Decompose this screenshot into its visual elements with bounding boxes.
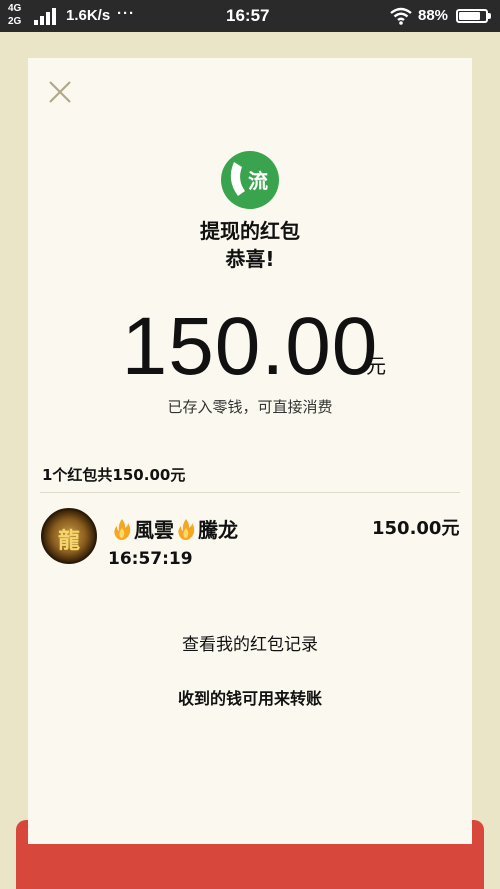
more-dots: ··· [117, 5, 135, 22]
close-icon[interactable] [47, 79, 73, 105]
record-time: 16:57:19 [108, 549, 193, 569]
amount-unit: 元 [366, 354, 386, 378]
card-bottom-edge [28, 820, 472, 844]
network-top: 4G [8, 3, 22, 14]
battery-tip [488, 13, 491, 19]
flame-icon [178, 518, 195, 540]
status-bar: 4G 2G 1.6K/s ··· 16:57 88% [0, 0, 500, 32]
avatar: 龍 [41, 508, 97, 564]
battery-icon [456, 9, 488, 23]
logo-text: 流 [248, 169, 268, 193]
flame-icon [114, 518, 131, 540]
saved-note: 已存入零钱，可直接消费 [167, 398, 333, 416]
network-speed: 1.6K/s [66, 7, 111, 24]
congrats-text: 恭喜! [225, 247, 275, 271]
sender-name-right: 騰龙 [198, 518, 238, 542]
record-amount: 150.00元 [372, 518, 460, 539]
packet-summary: 1个红包共150.00元 [42, 466, 186, 484]
transfer-tip-link[interactable]: 收到的钱可用来转账 [0, 685, 500, 709]
status-time: 16:57 [226, 6, 270, 25]
network-indicator: 4G 2G [8, 2, 21, 28]
divider [40, 492, 460, 493]
wifi-icon [390, 7, 412, 25]
signal-icon [34, 8, 56, 25]
page-title: 提现的红包 [200, 219, 300, 243]
sender-name: 風雲 騰龙 [110, 514, 238, 543]
sender-name-left: 風雲 [134, 518, 174, 542]
view-history-link[interactable]: 查看我的红包记录 [0, 630, 500, 655]
avatar-text: 龍 [57, 528, 80, 554]
app-logo-icon: 流 [221, 151, 279, 209]
network-bottom: 2G [8, 16, 22, 27]
battery-fill [459, 12, 480, 20]
battery-percent: 88% [418, 7, 449, 24]
amount-value: 150.00 [121, 301, 379, 392]
amount-block: 150.00 [0, 300, 500, 394]
